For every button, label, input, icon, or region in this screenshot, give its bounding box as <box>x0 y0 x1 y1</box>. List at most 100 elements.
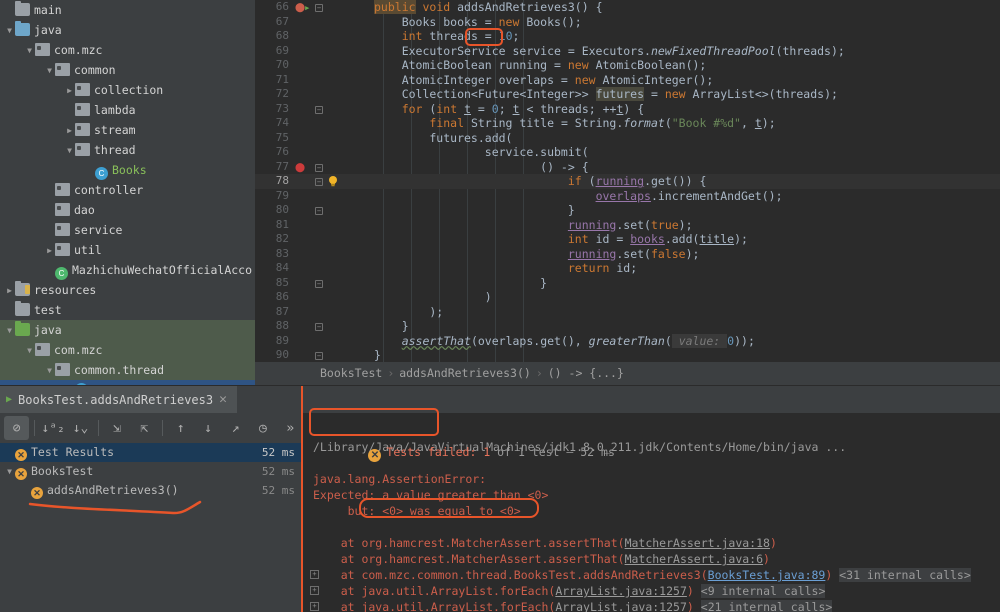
breadcrumb-part-1[interactable]: addsAndRetrieves3() <box>399 366 531 380</box>
code-line-66[interactable]: 66 ⬤▶ − public void addsAndRetrieves3() { <box>255 0 1000 15</box>
code-line-83[interactable]: 83 running.set(false); <box>255 247 1000 262</box>
project-tool-window[interactable]: main ▼ java ▼ com.mzc ▼ common ▶ collection lambd… <box>0 0 255 385</box>
code-line-74[interactable]: 74 final String title = String.format("B… <box>255 116 1000 131</box>
next-failed-test-icon[interactable]: ↓ <box>195 416 220 440</box>
code-line-67[interactable]: 67 Books books = new Books(); <box>255 15 1000 30</box>
tree-item-stream[interactable]: ▶ stream <box>0 120 255 140</box>
error-gutter-icon[interactable]: ⬤ <box>295 161 305 176</box>
code-line-79[interactable]: 79 overlaps.incrementAndGet(); <box>255 189 1000 204</box>
code-line-88[interactable]: 88 − } <box>255 319 1000 334</box>
expand-all-icon[interactable]: ⇲ <box>104 416 129 440</box>
test-runner-toolbar[interactable]: ⊘ ↓ᵃ₂ ↓⌄ ⇲ ⇱ ↑ ↓ ↗ ◷» <box>0 413 303 443</box>
breadcrumb[interactable]: BooksTest › addsAndRetrieves3() › () -> {...… <box>255 362 1000 385</box>
tree-item-java[interactable]: ▼ java <box>0 320 255 340</box>
tree-item-util[interactable]: ▶ util <box>0 240 255 260</box>
chevron-down-icon[interactable]: ▼ <box>64 141 75 161</box>
code-line-87[interactable]: 87 ); <box>255 305 1000 320</box>
code-line-89[interactable]: 89 assertThat(overlaps.get(), greaterTha… <box>255 333 1000 349</box>
chevron-right-icon[interactable]: ▶ <box>4 281 15 301</box>
test-tree-row[interactable]: ✕ Test Results 52 ms <box>0 443 303 462</box>
fold-toggle-icon[interactable]: − <box>315 105 323 114</box>
chevron-right-icon[interactable]: ▶ <box>64 121 75 141</box>
previous-failed-test-icon[interactable]: ↑ <box>168 416 193 440</box>
sort-by-duration-icon[interactable]: ↓⌄ <box>68 416 93 440</box>
tree-item-java[interactable]: ▼ java <box>0 20 255 40</box>
sort-alphabetically-icon[interactable]: ↓ᵃ₂ <box>40 416 65 440</box>
breadcrumb-part-2[interactable]: () -> {...} <box>548 366 624 380</box>
tree-item-com-mzc[interactable]: ▼ com.mzc <box>0 40 255 60</box>
code-line-68[interactable]: 68 int threads = 10; <box>255 29 1000 44</box>
close-icon[interactable]: ✕ <box>219 386 227 414</box>
stack-trace-line[interactable]: + at java.util.ArrayList.forEach(ArrayLi… <box>303 583 1000 599</box>
hide-passed-icon[interactable]: ⊘ <box>4 416 30 440</box>
code-editor[interactable]: 66 ⬤▶ − public void addsAndRetrieves3() {67… <box>255 0 1000 362</box>
code-line-77[interactable]: 77 ⬤ − () -> { <box>255 160 1000 175</box>
chevron-down-icon[interactable]: ▼ <box>4 462 15 481</box>
fold-toggle-icon[interactable]: − <box>315 207 323 215</box>
code-line-85[interactable]: 85 − } <box>255 276 1000 291</box>
tree-item-lambda[interactable]: lambda <box>0 100 255 120</box>
chevron-down-icon[interactable]: ▼ <box>4 21 15 41</box>
source-link[interactable]: BooksTest.java:89 <box>708 568 826 582</box>
breadcrumb-part-0[interactable]: BooksTest <box>320 366 382 380</box>
source-link[interactable]: MatcherAssert.java:6 <box>625 552 763 566</box>
tree-item-main[interactable]: main <box>0 0 255 20</box>
test-tree-row[interactable]: ▼ ✕ BooksTest 52 ms <box>0 462 303 481</box>
code-line-82[interactable]: 82 int id = books.add(title); <box>255 232 1000 247</box>
more-options-icon[interactable]: » <box>278 416 303 440</box>
tree-item-com-mzc[interactable]: ▼ com.mzc <box>0 340 255 360</box>
internal-calls-badge[interactable]: <21 internal calls> <box>700 600 833 612</box>
source-link[interactable]: ArrayList.java:1257 <box>555 600 687 612</box>
chevron-down-icon[interactable]: ▼ <box>4 321 15 341</box>
tree-item-books[interactable]: C Books <box>0 160 255 180</box>
test-console-output[interactable]: ✕ Tests failed: 1 of 1 test – 52 ms /Libr… <box>303 413 1000 612</box>
code-line-81[interactable]: 81 running.set(true); <box>255 218 1000 233</box>
code-line-72[interactable]: 72 Collection<Future<Integer>> futures =… <box>255 87 1000 102</box>
fold-toggle-icon[interactable]: − <box>315 178 323 186</box>
code-lines[interactable]: 66 ⬤▶ − public void addsAndRetrieves3() {67… <box>255 0 1000 362</box>
chevron-right-icon[interactable]: ▶ <box>64 81 75 101</box>
stack-trace-line[interactable]: at org.hamcrest.MatcherAssert.assertThat… <box>303 535 1000 551</box>
chevron-down-icon[interactable]: ▼ <box>44 361 55 381</box>
expand-internal-calls-icon[interactable]: + <box>310 586 319 595</box>
code-line-70[interactable]: 70 AtomicBoolean running = new AtomicBoo… <box>255 58 1000 73</box>
code-line-75[interactable]: 75 futures.add( <box>255 131 1000 146</box>
chevron-down-icon[interactable]: ▼ <box>24 341 35 361</box>
source-link[interactable]: ArrayList.java:1257 <box>555 584 687 598</box>
internal-calls-badge[interactable]: <9 internal calls> <box>700 584 826 598</box>
stack-trace-line[interactable]: at org.hamcrest.MatcherAssert.assertThat… <box>303 551 1000 567</box>
chevron-down-icon[interactable]: ▼ <box>44 61 55 81</box>
tree-item-test[interactable]: test <box>0 300 255 320</box>
intention-bulb-icon[interactable] <box>327 175 339 187</box>
tree-item-controller[interactable]: controller <box>0 180 255 200</box>
expand-internal-calls-icon[interactable]: + <box>310 602 319 611</box>
code-line-86[interactable]: 86 ) <box>255 290 1000 305</box>
tree-item-common[interactable]: ▼ common <box>0 60 255 80</box>
stack-trace-line[interactable]: + at com.mzc.common.thread.BooksTest.add… <box>303 567 1000 583</box>
tree-item-collection[interactable]: ▶ collection <box>0 80 255 100</box>
code-line-78[interactable]: 78 − if (running.get()) { <box>255 174 1000 189</box>
tree-item-thread[interactable]: ▼ thread <box>0 140 255 160</box>
tree-item-resources[interactable]: ▶ resources <box>0 280 255 300</box>
test-history-icon[interactable]: ◷ <box>250 416 275 440</box>
code-line-69[interactable]: 69 ExecutorService service = Executors.n… <box>255 44 1000 59</box>
code-line-73[interactable]: 73 − for (int t = 0; t < threads; ++t) { <box>255 102 1000 117</box>
source-link[interactable]: MatcherAssert.java:18 <box>625 536 770 550</box>
code-line-76[interactable]: 76 service.submit( <box>255 145 1000 160</box>
code-line-71[interactable]: 71 AtomicInteger overlaps = new AtomicIn… <box>255 73 1000 88</box>
fold-toggle-icon[interactable]: − <box>315 323 323 331</box>
run-tab-bookstest[interactable]: ▶ BooksTest.addsAndRetrieves3 ✕ <box>0 386 237 414</box>
run-test-gutter-icon[interactable]: ⬤▶ <box>295 1 309 16</box>
tree-item-common-thread[interactable]: ▼ common.thread <box>0 360 255 380</box>
code-line-84[interactable]: 84 return id; <box>255 261 1000 276</box>
chevron-right-icon[interactable]: ▶ <box>44 241 55 261</box>
export-test-results-icon[interactable]: ↗ <box>223 416 248 440</box>
fold-toggle-icon[interactable]: − <box>315 279 323 288</box>
tree-item-service[interactable]: service <box>0 220 255 240</box>
code-line-80[interactable]: 80 − } <box>255 203 1000 218</box>
fold-toggle-icon[interactable]: − <box>315 163 323 172</box>
test-results-tree[interactable]: ✕ Test Results 52 ms ▼ ✕ BooksTest 52 ms ✕ addsA… <box>0 443 303 612</box>
tree-item-mazhichuwechatofficialacco[interactable]: C MazhichuWechatOfficialAcco <box>0 260 255 280</box>
code-line-90[interactable]: 90 −} <box>255 348 1000 362</box>
internal-calls-badge[interactable]: <31 internal calls> <box>839 568 971 582</box>
